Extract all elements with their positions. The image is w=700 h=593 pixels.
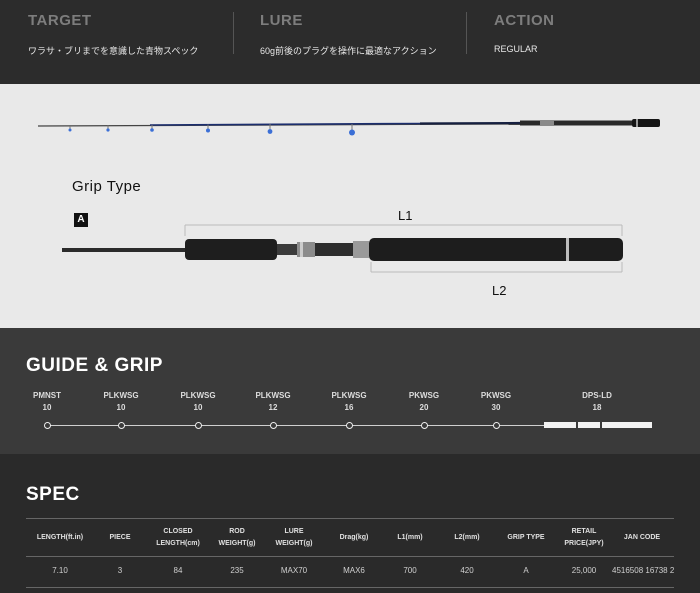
spec-cell: 3 [117, 566, 123, 575]
spec-cell: A [523, 566, 529, 575]
divider [466, 12, 467, 54]
spec-header: LURE WEIGHT(g) [275, 528, 313, 547]
spec-header: ROD WEIGHT(g) [218, 528, 256, 547]
grip-size: 18 [592, 403, 602, 412]
spec-header: GRIP TYPE [507, 534, 545, 541]
guide-item: PLKWSG 16 [319, 390, 379, 414]
guide-name: PLKWSG [103, 391, 139, 400]
action-label: ACTION [494, 12, 555, 29]
guide-item: PMNST 10 [17, 390, 77, 414]
guide-size: 10 [193, 403, 203, 412]
guide-item: PLKWSG 12 [243, 390, 303, 414]
spec-cell: MAX70 [280, 566, 308, 575]
spec-cell: MAX6 [343, 566, 365, 575]
guide-name: PMNST [33, 391, 61, 400]
target-label: TARGET [28, 12, 92, 29]
guide-marker [195, 421, 202, 429]
guide-item: PKWSG 20 [394, 390, 454, 414]
lure-label: LURE [260, 12, 303, 29]
spec-header: L2(mm) [454, 534, 480, 541]
guide-name: PKWSG [408, 391, 440, 400]
guide-name: PKWSG [480, 391, 512, 400]
spec-divider [26, 587, 674, 588]
spec-divider [26, 518, 674, 519]
spec-header: CLOSED LENGTH(cm) [156, 528, 200, 547]
spec-header: JAN CODE [623, 534, 661, 541]
spec-header: L1(mm) [397, 534, 423, 541]
lure-value: 60g前後のプラグを操作に最適なアクション [260, 46, 437, 56]
spec-cell: 84 [173, 566, 183, 575]
grip-type-title: Grip Type [72, 178, 142, 195]
spec-divider [26, 556, 674, 557]
guide-size: 10 [116, 403, 126, 412]
summary-bar: TARGET ワラサ・ブリまでを意識した青物スペック LURE 60g前後のプラ… [0, 0, 700, 84]
guide-marker [44, 421, 51, 429]
spec-cell: 235 [230, 566, 244, 575]
guide-size: 30 [491, 403, 501, 412]
spec-header: PIECE [109, 534, 131, 541]
spec-header: LENGTH(ft.in) [36, 534, 84, 541]
guide-name: PLKWSG [331, 391, 367, 400]
spec-cell: 420 [460, 566, 474, 575]
guide-size: 20 [419, 403, 429, 412]
guide-marker [493, 421, 500, 429]
guide-marker [346, 421, 353, 429]
guide-item: PLKWSG 10 [168, 390, 228, 414]
target-value: ワラサ・ブリまでを意識した青物スペック [28, 46, 199, 56]
action-value: REGULAR [494, 44, 538, 54]
spec-cell: 4516508 16738 2 [612, 566, 675, 575]
guide-grip-title: GUIDE & GRIP [26, 355, 163, 376]
spec-cell: 25,000 [571, 566, 597, 575]
spec-header: Drag(kg) [339, 534, 369, 541]
l2-label: L2 [492, 283, 507, 298]
guide-size: 16 [344, 403, 354, 412]
grip-bar [544, 422, 576, 428]
guide-name: PLKWSG [180, 391, 216, 400]
guide-marker [421, 421, 428, 429]
spec-title: SPEC [26, 484, 80, 505]
grip-name: DPS-LD [582, 391, 612, 400]
guide-marker [270, 421, 277, 429]
spec-header: RETAIL PRICE(JPY) [564, 528, 604, 547]
grip-item: DPS-LD 18 [567, 390, 627, 414]
grip-bar [602, 422, 652, 428]
grip-type-badge: A [74, 213, 88, 227]
guide-item: PLKWSG 10 [91, 390, 151, 414]
guide-item: PKWSG 30 [466, 390, 526, 414]
guide-name: PLKWSG [255, 391, 291, 400]
l1-label: L1 [398, 208, 413, 223]
guide-marker [118, 421, 125, 429]
spec-cell: 700 [403, 566, 417, 575]
guide-size: 10 [42, 403, 52, 412]
guide-size: 12 [268, 403, 278, 412]
rod-image [37, 119, 660, 273]
divider [233, 12, 234, 54]
grip-bar [578, 422, 600, 428]
spec-cell: 7.10 [52, 566, 68, 575]
